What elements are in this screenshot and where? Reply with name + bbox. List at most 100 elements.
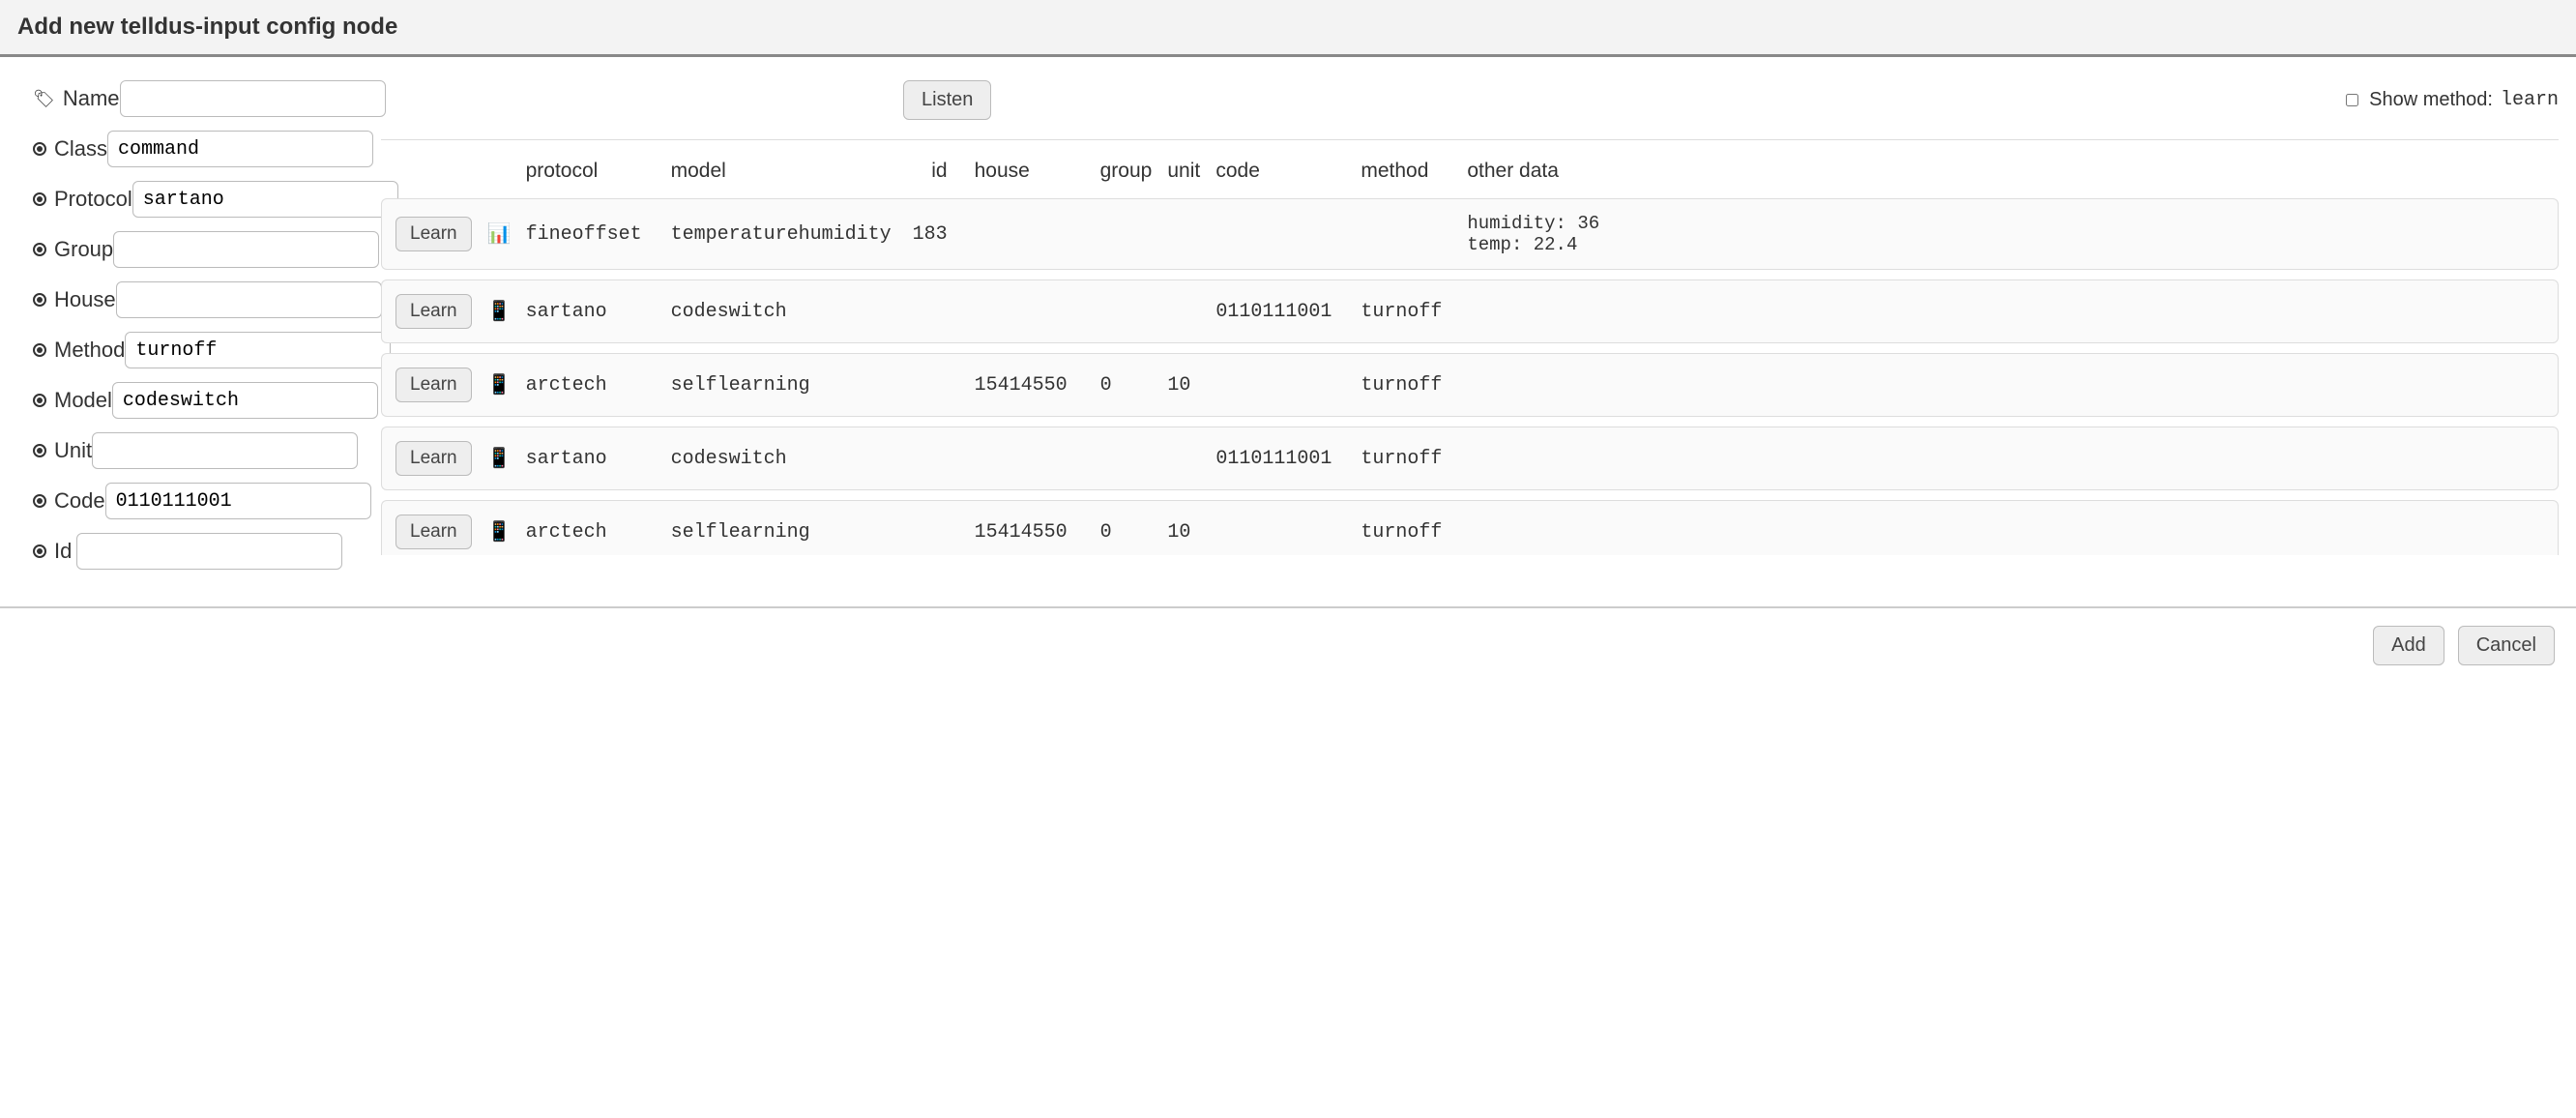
label-id: Id [33,539,76,564]
device-icon: 📱 [487,372,505,397]
input-house[interactable] [116,281,382,318]
cell-model: temperaturehumidity [663,198,905,270]
show-method-value: learn [2501,89,2559,111]
input-method[interactable] [125,332,391,368]
label-group: Group [33,237,113,262]
form-row-name: 🏷Name [33,80,342,117]
cell-model: codeswitch [663,427,905,490]
cell-id: 183 [905,198,967,270]
show-method-checkbox[interactable] [2346,94,2358,106]
label-text-group: Group [54,237,113,262]
cell-group [1093,198,1160,270]
label-text-method: Method [54,338,125,363]
table-row: Learn📱arctechselflearning15414550010turn… [381,500,2559,555]
th-protocol: protocol [518,150,663,189]
add-button[interactable]: Add [2373,626,2444,665]
form-row-model: Model [33,382,342,419]
cell-unit [1159,427,1208,490]
input-name[interactable] [120,80,386,117]
cell-group: 0 [1093,500,1160,555]
cell-model: codeswitch [663,280,905,343]
signals-table: protocol model id house group unit code … [381,140,2559,555]
cell-other [1459,280,2559,343]
label-text-id: Id [54,539,72,564]
form-row-class: Class [33,131,342,167]
cell-other [1459,500,2559,555]
cell-method: turnoff [1353,353,1459,417]
cell-unit: 10 [1159,500,1208,555]
listen-button[interactable]: Listen [903,80,991,120]
dialog-footer: Add Cancel [0,608,2576,683]
cell-house: 15414550 [967,353,1093,417]
cell-protocol: arctech [518,353,663,417]
label-model: Model [33,388,112,413]
cell-model: selflearning [663,353,905,417]
cell-protocol: sartano [518,427,663,490]
cell-type-icon: 📱 [480,280,518,343]
form-row-protocol: Protocol [33,181,342,218]
label-text-protocol: Protocol [54,187,132,212]
cell-house [967,198,1093,270]
cell-id [905,353,967,417]
th-method: method [1353,150,1459,189]
label-unit: Unit [33,438,92,463]
table-row: Learn📊fineoffsettemperaturehumidity183hu… [381,198,2559,270]
input-code[interactable] [105,483,371,519]
cell-id [905,500,967,555]
input-id[interactable] [76,533,342,570]
cell-protocol: arctech [518,500,663,555]
cell-method: turnoff [1353,500,1459,555]
cell-other: humidity: 36 temp: 22.4 [1459,198,2559,270]
label-text-house: House [54,287,116,312]
cell-other [1459,427,2559,490]
cell-code: 0110111001 [1208,280,1353,343]
cell-house [967,280,1093,343]
learn-button[interactable]: Learn [395,515,472,549]
label-protocol: Protocol [33,187,132,212]
th-group: group [1093,150,1160,189]
form-row-method: Method [33,332,342,368]
tag-icon: 🏷 [33,89,55,109]
input-group[interactable] [113,231,379,268]
cell-group [1093,280,1160,343]
cell-house [967,427,1093,490]
learn-button[interactable]: Learn [395,368,472,402]
cell-type-icon: 📱 [480,427,518,490]
radio-icon [33,192,46,206]
cell-type-icon: 📱 [480,353,518,417]
show-method-toggle[interactable]: Show method: learn [2342,89,2559,111]
th-model: model [663,150,905,189]
cancel-button[interactable]: Cancel [2458,626,2555,665]
cell-method [1353,198,1459,270]
label-text-class: Class [54,136,107,162]
learn-button[interactable]: Learn [395,217,472,251]
input-class[interactable] [107,131,373,167]
cell-code [1208,353,1353,417]
cell-unit: 10 [1159,353,1208,417]
input-unit[interactable] [92,432,358,469]
learn-button[interactable]: Learn [395,441,472,476]
radio-icon [33,243,46,256]
th-house: house [967,150,1093,189]
th-code: code [1208,150,1353,189]
cell-type-icon: 📊 [480,198,518,270]
label-class: Class [33,136,107,162]
learn-button[interactable]: Learn [395,294,472,329]
signals-table-wrap[interactable]: protocol model id house group unit code … [381,139,2559,555]
cell-id [905,280,967,343]
cell-method: turnoff [1353,427,1459,490]
radio-icon [33,444,46,457]
radio-icon [33,394,46,407]
label-text-code: Code [54,488,105,514]
cell-code [1208,500,1353,555]
input-model[interactable] [112,382,378,419]
input-protocol[interactable] [132,181,398,218]
cell-code [1208,198,1353,270]
label-text-unit: Unit [54,438,92,463]
radio-icon [33,293,46,307]
form-row-code: Code [33,483,342,519]
table-row: Learn📱sartanocodeswitch0110111001turnoff [381,280,2559,343]
cell-unit [1159,198,1208,270]
device-icon: 📱 [487,446,505,471]
th-unit: unit [1159,150,1208,189]
